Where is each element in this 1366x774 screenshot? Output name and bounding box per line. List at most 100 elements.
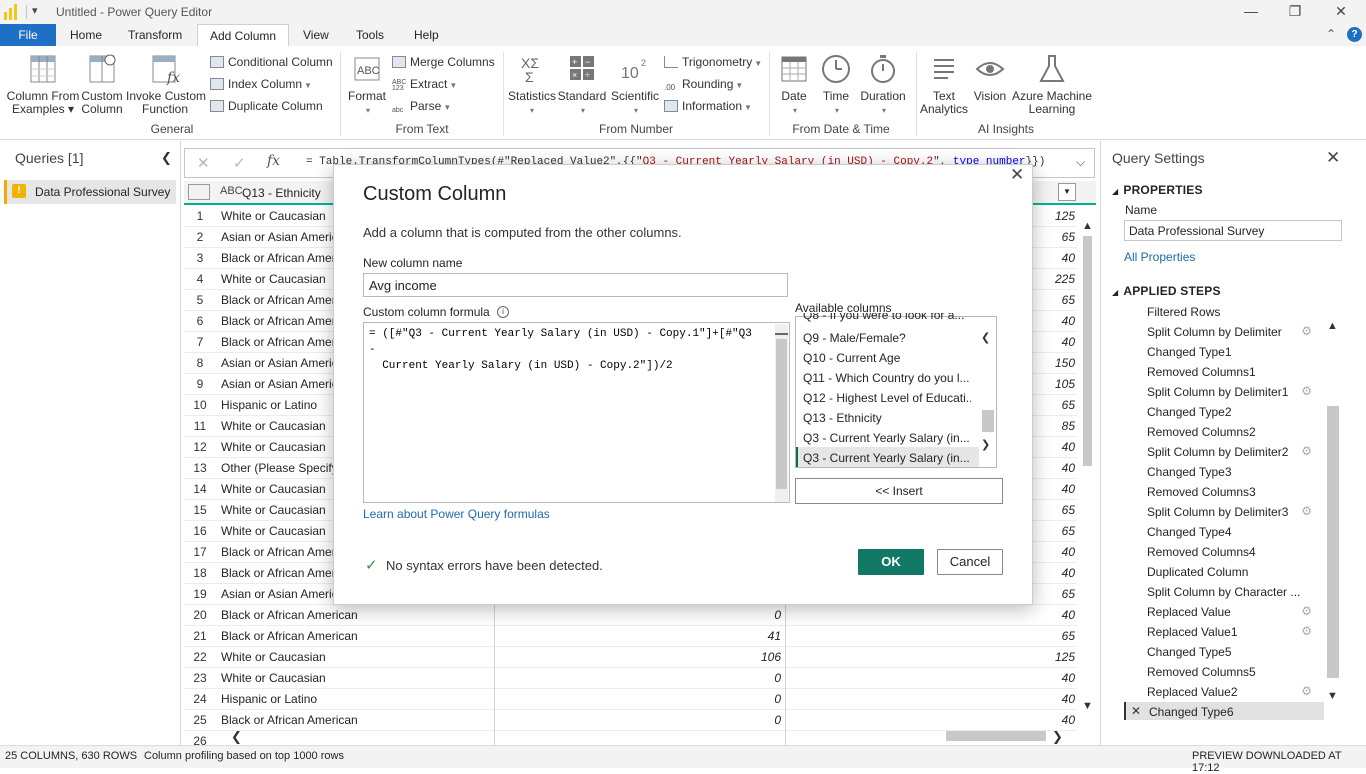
applied-step[interactable]: Duplicated Column [1124, 562, 1324, 582]
row-number[interactable]: 4 [184, 272, 216, 286]
ok-button[interactable]: OK [858, 549, 924, 575]
insert-function-icon[interactable]: fx [267, 153, 280, 169]
duplicate-column-button[interactable]: Duplicate Column [210, 97, 323, 115]
available-scroll-thumb[interactable] [982, 410, 994, 432]
new-column-name-input[interactable]: Avg income [363, 273, 788, 297]
format-button[interactable]: ABC Format ▾ [346, 52, 388, 117]
trigonometry-button[interactable]: Trigonometry ▼ [664, 53, 762, 71]
cell-value[interactable]: 65 [1062, 398, 1075, 412]
row-number[interactable]: 6 [184, 314, 216, 328]
available-column-item[interactable]: Q13 - Ethnicity [803, 411, 971, 425]
invoke-custom-function-button[interactable]: fx Invoke Custom Function [126, 52, 206, 116]
row-number[interactable]: 2 [184, 230, 216, 244]
available-column-item[interactable]: Q11 - Which Country do you l... [803, 371, 971, 385]
cell-value[interactable]: 40 [1062, 671, 1075, 685]
applied-step[interactable]: Replaced Value ⚙ [1124, 602, 1324, 622]
applied-step[interactable]: Removed Columns1 [1124, 362, 1324, 382]
tab-add-column[interactable]: Add Column [197, 24, 290, 47]
row-number[interactable]: 20 [184, 608, 216, 622]
row-number[interactable]: 13 [184, 461, 216, 475]
step-settings-gear-icon[interactable]: ⚙ [1301, 624, 1312, 638]
cell-ethnicity[interactable]: White or Caucasian [221, 671, 491, 685]
conditional-column-button[interactable]: Conditional Column [210, 53, 333, 71]
cell-value[interactable]: 40 [1062, 251, 1075, 265]
insert-button[interactable]: << Insert [795, 478, 1003, 504]
formula-scroll-thumb[interactable] [776, 339, 787, 489]
merge-columns-button[interactable]: Merge Columns [392, 53, 495, 71]
scroll-right-icon[interactable]: ❯ [1052, 729, 1063, 745]
index-column-button[interactable]: Index Column ▼ [210, 75, 312, 93]
collapse-ribbon-icon[interactable]: ⌃ [1326, 27, 1336, 41]
minimize-icon[interactable]: — [1228, 0, 1274, 24]
table-row[interactable]: 22 White or Caucasian 106 125 [184, 647, 1077, 668]
applied-step[interactable]: Changed Type5 [1124, 642, 1324, 662]
commit-formula-icon[interactable]: ✓ [233, 154, 246, 172]
cell-value[interactable]: 125 [1055, 209, 1075, 223]
step-settings-gear-icon[interactable]: ⚙ [1301, 504, 1312, 518]
cell-salary-copy[interactable]: 0 [494, 668, 786, 689]
tab-file[interactable]: File [0, 24, 56, 46]
applied-step[interactable]: Removed Columns2 [1124, 422, 1324, 442]
cell-value[interactable]: 40 [1062, 440, 1075, 454]
collapse-queries-icon[interactable]: ❮ [161, 150, 172, 166]
step-settings-gear-icon[interactable]: ⚙ [1301, 324, 1312, 338]
expand-formula-icon[interactable]: ⌵ [1076, 155, 1085, 170]
horizontal-scroll-thumb[interactable] [946, 731, 1046, 741]
applied-step[interactable]: Changed Type2 [1124, 402, 1324, 422]
text-analytics-button[interactable]: Text Analytics [920, 52, 968, 116]
cell-value[interactable]: 65 [1062, 503, 1075, 517]
cell-value[interactable]: 225 [1055, 272, 1075, 286]
cell-value[interactable]: 65 [1062, 293, 1075, 307]
table-row[interactable]: 25 Black or African American 0 40 [184, 710, 1077, 731]
scroll-up-icon[interactable]: ▲ [1082, 220, 1093, 232]
vertical-scroll-thumb[interactable] [1083, 236, 1092, 466]
cancel-formula-icon[interactable]: ✕ [197, 154, 210, 172]
info-icon[interactable]: i [497, 306, 509, 318]
cell-salary-copy[interactable]: 0 [494, 605, 786, 626]
row-number[interactable]: 10 [184, 398, 216, 412]
extract-button[interactable]: ABC 123 Extract ▼ [392, 75, 457, 93]
close-settings-icon[interactable]: ✕ [1326, 148, 1340, 168]
cell-salary-copy[interactable]: 106 [494, 647, 786, 668]
cell-value[interactable]: 105 [1055, 377, 1075, 391]
cell-value[interactable]: 125 [1055, 650, 1075, 664]
steps-scroll-down-icon[interactable]: ▼ [1327, 690, 1338, 702]
cell-value[interactable]: 40 [1062, 314, 1075, 328]
delete-step-icon[interactable]: ✕ [1131, 704, 1141, 718]
available-column-item[interactable]: Q10 - Current Age [803, 351, 971, 365]
table-menu-icon[interactable] [188, 184, 210, 200]
row-number[interactable]: 8 [184, 356, 216, 370]
applied-step[interactable]: Removed Columns5 [1124, 662, 1324, 682]
vision-button[interactable]: Vision [971, 52, 1009, 103]
tab-home[interactable]: Home [58, 24, 114, 46]
azure-ml-button[interactable]: Azure Machine Learning [1011, 52, 1093, 116]
row-number[interactable]: 19 [184, 587, 216, 601]
row-number[interactable]: 11 [184, 419, 216, 433]
applied-step[interactable]: Split Column by Delimiter3 ⚙ [1124, 502, 1324, 522]
tab-view[interactable]: View [291, 24, 341, 46]
row-number[interactable]: 21 [184, 629, 216, 643]
cell-ethnicity[interactable]: White or Caucasian [221, 650, 491, 664]
table-row[interactable]: 21 Black or African American 41 65 [184, 626, 1077, 647]
cell-ethnicity[interactable]: Hispanic or Latino [221, 692, 491, 706]
tab-help[interactable]: Help [402, 24, 451, 46]
applied-step[interactable]: Removed Columns4 [1124, 542, 1324, 562]
cell-value[interactable]: 40 [1062, 461, 1075, 475]
duration-button[interactable]: Duration ▾ [858, 52, 908, 117]
cell-value[interactable]: 40 [1062, 692, 1075, 706]
row-number[interactable]: 1 [184, 209, 216, 223]
custom-formula-text[interactable]: = ([#"Q3 - Current Yearly Salary (in USD… [369, 326, 764, 374]
table-row[interactable]: 24 Hispanic or Latino 0 40 [184, 689, 1077, 710]
scroll-down-icon[interactable]: ▼ [1082, 700, 1093, 712]
close-window-icon[interactable]: ✕ [1318, 0, 1364, 24]
status-column-profiling[interactable]: Column profiling based on top 1000 rows [144, 750, 344, 762]
help-icon[interactable]: ? [1347, 27, 1362, 42]
custom-column-button[interactable]: Custom Column [80, 52, 124, 116]
date-button[interactable]: Date ▾ [776, 52, 812, 117]
row-number[interactable]: 7 [184, 335, 216, 349]
column-header-label[interactable]: Q13 - Ethnicity [242, 186, 321, 200]
cell-ethnicity[interactable]: Black or African American [221, 713, 491, 727]
row-number[interactable]: 25 [184, 713, 216, 727]
rounding-button[interactable]: .00 Rounding ▼ [664, 75, 743, 93]
applied-step[interactable]: ✕ Changed Type6 [1124, 702, 1324, 720]
